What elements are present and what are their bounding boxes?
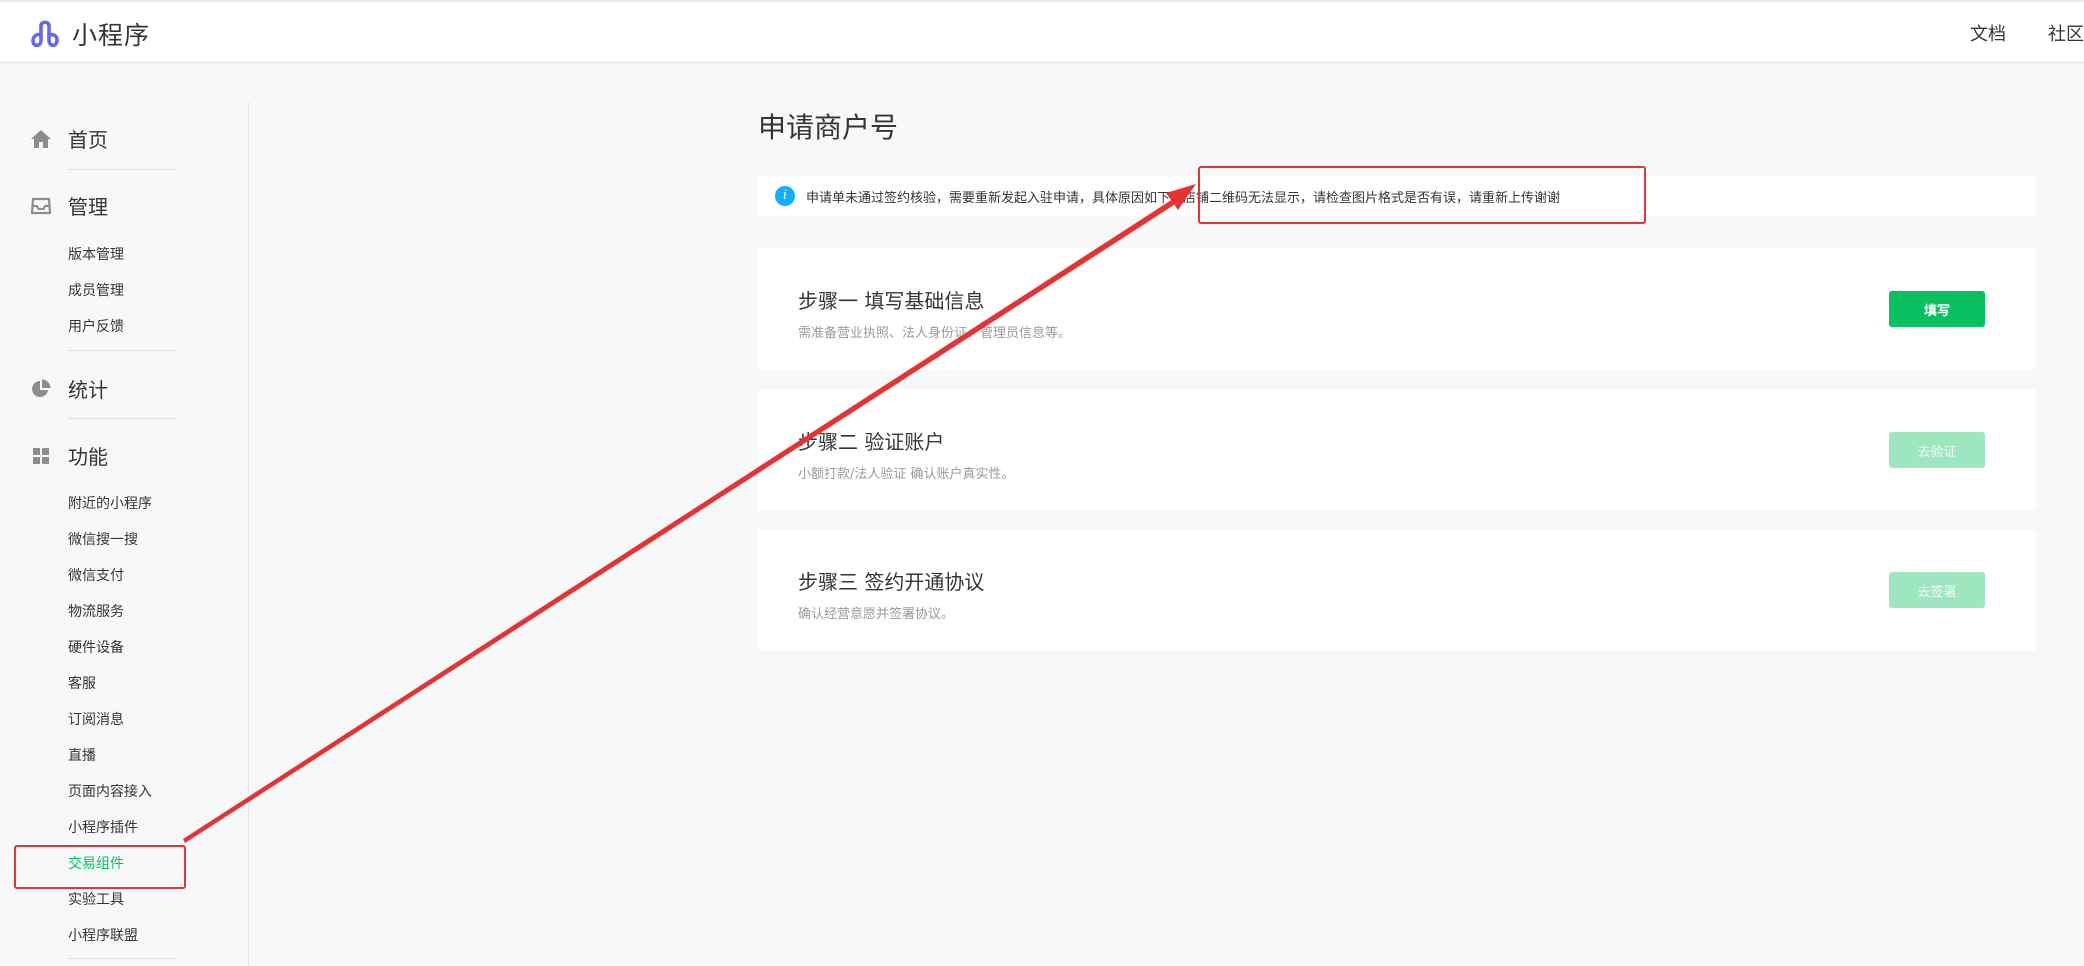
fill-in-button[interactable]: 填写 — [1889, 291, 1985, 327]
nav-logistics[interactable]: 物流服务 — [68, 601, 124, 621]
nav-manage[interactable]: 管理 — [30, 191, 108, 220]
inbox-icon — [30, 197, 52, 214]
nav-wechat-search[interactable]: 微信搜一搜 — [68, 529, 138, 549]
step-description: 确认经营意愿并签署协议。 — [798, 607, 955, 622]
nav-version-management[interactable]: 版本管理 — [68, 244, 124, 264]
nav-manage-label: 管理 — [68, 195, 108, 219]
nav-nearby-mini-programs[interactable]: 附近的小程序 — [68, 493, 152, 513]
nav-customer-service[interactable]: 客服 — [68, 673, 96, 693]
page-title: 申请商户号 — [758, 111, 899, 144]
nav-divider — [68, 169, 176, 170]
nav-user-feedback[interactable]: 用户反馈 — [68, 316, 124, 336]
nav-home[interactable]: 首页 — [30, 124, 108, 153]
nav-mini-program-plugins[interactable]: 小程序插件 — [68, 817, 138, 837]
nav-live-streaming[interactable]: 直播 — [68, 745, 96, 765]
sign-button[interactable]: 去签署 — [1889, 572, 1985, 608]
nav-stats-label: 统计 — [68, 378, 108, 402]
nav-subscription-messages[interactable]: 订阅消息 — [68, 709, 124, 729]
nav-experiment-tools[interactable]: 实验工具 — [68, 889, 124, 909]
step-title: 步骤二 验证账户 — [798, 430, 945, 454]
annotation-box-trade-component — [14, 845, 186, 889]
nav-features[interactable]: 功能 — [30, 441, 108, 470]
brand[interactable]: 小程序 — [30, 16, 150, 52]
nav-member-management[interactable]: 成员管理 — [68, 280, 124, 300]
community-link[interactable]: 社区 — [2048, 20, 2084, 46]
verify-button[interactable]: 去验证 — [1889, 432, 1985, 468]
grid-icon — [33, 447, 49, 464]
nav-page-content-access[interactable]: 页面内容接入 — [68, 781, 152, 801]
step-title: 步骤一 填写基础信息 — [798, 289, 985, 313]
step-card: 步骤二 验证账户 小额打款/法人验证 确认账户真实性。 去验证 — [758, 389, 2036, 511]
step-card: 步骤三 签约开通协议 确认经营意愿并签署协议。 去签署 — [758, 529, 2036, 651]
annotation-box-reason — [1198, 166, 1646, 224]
docs-link[interactable]: 文档 — [1970, 20, 2006, 46]
nav-home-label: 首页 — [68, 128, 108, 152]
top-edge-line — [0, 0, 2084, 2]
step-card: 步骤一 填写基础信息 需准备营业执照、法人身份证、管理员信息等。 填写 — [758, 248, 2036, 370]
sidebar-divider — [248, 102, 249, 966]
nav-stats[interactable]: 统计 — [30, 374, 108, 403]
info-icon: i — [775, 186, 795, 206]
nav-hardware[interactable]: 硬件设备 — [68, 637, 124, 657]
nav-divider — [68, 350, 176, 351]
step-description: 小额打款/法人验证 确认账户真实性。 — [798, 467, 1015, 482]
top-bar: 小程序 文档 社区 — [0, 0, 2084, 63]
mini-program-logo-icon — [31, 20, 59, 48]
pie-chart-icon — [32, 379, 51, 397]
brand-title: 小程序 — [72, 21, 151, 50]
top-links: 文档 社区 — [1970, 20, 2084, 46]
step-description: 需准备营业执照、法人身份证、管理员信息等。 — [798, 326, 1072, 341]
nav-divider — [68, 958, 176, 959]
nav-features-label: 功能 — [68, 445, 108, 469]
step-title: 步骤三 签约开通协议 — [798, 570, 985, 594]
nav-divider — [68, 418, 176, 419]
nav-mini-program-alliance[interactable]: 小程序联盟 — [68, 925, 138, 945]
home-icon — [31, 129, 51, 148]
nav-wechat-pay[interactable]: 微信支付 — [68, 565, 124, 585]
